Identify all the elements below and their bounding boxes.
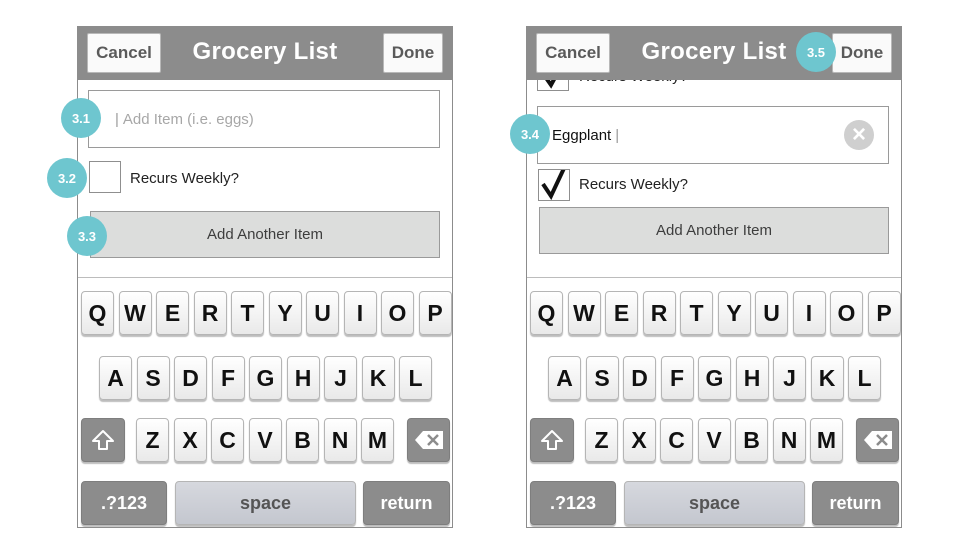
checkmark-icon: [541, 163, 568, 201]
key-x[interactable]: X: [173, 418, 207, 462]
key-h[interactable]: H: [286, 356, 320, 400]
key-u[interactable]: U: [755, 291, 788, 335]
key-j[interactable]: J: [773, 356, 806, 400]
recurs-weekly-label: Recurs Weekly?: [130, 170, 239, 187]
numbers-key[interactable]: .?123: [530, 481, 616, 525]
key-p[interactable]: P: [867, 291, 901, 335]
numbers-key[interactable]: .?123: [81, 481, 167, 525]
done-button[interactable]: Done: [383, 33, 443, 73]
key-l[interactable]: L: [399, 356, 432, 400]
key-e[interactable]: E: [605, 291, 638, 335]
nav-bar: Cancel Grocery List Done: [527, 27, 901, 80]
key-r[interactable]: R: [193, 291, 227, 335]
backspace-icon: [863, 431, 892, 449]
screen-add-item: Cancel Grocery List Done | Add Item (i.e…: [77, 26, 453, 528]
return-key[interactable]: return: [363, 481, 450, 525]
item-name-input[interactable]: Eggplant | ×: [537, 106, 889, 164]
key-w[interactable]: W: [118, 291, 152, 335]
recurs-weekly-checkbox[interactable]: [538, 163, 570, 201]
shift-key[interactable]: [81, 418, 125, 462]
text-cursor: |: [615, 126, 620, 144]
key-d[interactable]: D: [174, 356, 207, 400]
key-t[interactable]: T: [680, 291, 713, 335]
keyboard: Q W E R T Y U I O P A S D F G H J K L Z X C V B N M .?123 space retu…: [78, 277, 452, 527]
key-k[interactable]: K: [810, 356, 844, 400]
key-y[interactable]: Y: [268, 291, 302, 335]
key-l[interactable]: L: [848, 356, 881, 400]
add-another-item-button[interactable]: Add Another Item: [90, 211, 440, 258]
key-m[interactable]: M: [361, 418, 394, 462]
key-c[interactable]: C: [211, 418, 244, 462]
add-item-placeholder: Add Item (i.e. eggs): [122, 110, 254, 128]
step-badge: 3.4: [510, 114, 550, 154]
space-key[interactable]: space: [624, 481, 805, 525]
add-item-input[interactable]: | Add Item (i.e. eggs): [88, 90, 440, 148]
key-r[interactable]: R: [642, 291, 676, 335]
item-name-value: Eggplant: [552, 126, 612, 144]
key-n[interactable]: N: [772, 418, 806, 462]
backspace-key[interactable]: [407, 418, 450, 462]
step-badge: 3.3: [67, 216, 107, 256]
key-x[interactable]: X: [622, 418, 656, 462]
key-v[interactable]: V: [697, 418, 731, 462]
key-b[interactable]: B: [286, 418, 319, 462]
key-z[interactable]: Z: [136, 418, 169, 462]
key-h[interactable]: H: [735, 356, 769, 400]
key-k[interactable]: K: [361, 356, 395, 400]
add-another-item-button[interactable]: Add Another Item: [539, 207, 889, 254]
key-y[interactable]: Y: [717, 291, 751, 335]
key-d[interactable]: D: [623, 356, 656, 400]
key-e[interactable]: E: [156, 291, 189, 335]
recurs-weekly-checkbox[interactable]: [89, 161, 121, 193]
key-a[interactable]: A: [99, 356, 132, 400]
key-m[interactable]: M: [810, 418, 843, 462]
key-u[interactable]: U: [306, 291, 339, 335]
key-a[interactable]: A: [548, 356, 581, 400]
shift-icon: [541, 430, 563, 450]
backspace-icon: [414, 431, 443, 449]
key-z[interactable]: Z: [585, 418, 618, 462]
key-g[interactable]: G: [249, 356, 282, 400]
key-t[interactable]: T: [231, 291, 264, 335]
return-key[interactable]: return: [812, 481, 899, 525]
key-n[interactable]: N: [323, 418, 357, 462]
key-s[interactable]: S: [136, 356, 170, 400]
key-o[interactable]: O: [381, 291, 414, 335]
screen-item-entered: Recurs Weekly? Cancel Grocery List Done …: [526, 26, 902, 528]
key-f[interactable]: F: [660, 356, 694, 400]
key-i[interactable]: I: [792, 291, 826, 335]
key-q[interactable]: Q: [81, 291, 114, 335]
key-o[interactable]: O: [830, 291, 863, 335]
shift-key[interactable]: [530, 418, 574, 462]
keyboard: Q W E R T Y U I O P A S D F G H J K L Z X C V B N M .?123 space retu…: [527, 277, 901, 527]
key-q[interactable]: Q: [530, 291, 563, 335]
step-badge: 3.1: [61, 98, 101, 138]
done-button[interactable]: Done: [832, 33, 892, 73]
key-g[interactable]: G: [698, 356, 731, 400]
step-badge: 3.2: [47, 158, 87, 198]
space-key[interactable]: space: [175, 481, 356, 525]
key-p[interactable]: P: [418, 291, 452, 335]
nav-bar: Cancel Grocery List Done: [78, 27, 452, 80]
step-badge: 3.5: [796, 32, 836, 72]
backspace-key[interactable]: [856, 418, 899, 462]
key-b[interactable]: B: [735, 418, 768, 462]
key-f[interactable]: F: [211, 356, 245, 400]
key-w[interactable]: W: [567, 291, 601, 335]
shift-icon: [92, 430, 114, 450]
clear-icon[interactable]: ×: [844, 120, 874, 150]
key-c[interactable]: C: [660, 418, 693, 462]
key-i[interactable]: I: [343, 291, 377, 335]
text-cursor: |: [115, 110, 119, 128]
key-j[interactable]: J: [324, 356, 357, 400]
recurs-weekly-label: Recurs Weekly?: [579, 176, 688, 193]
key-s[interactable]: S: [585, 356, 619, 400]
key-v[interactable]: V: [248, 418, 282, 462]
